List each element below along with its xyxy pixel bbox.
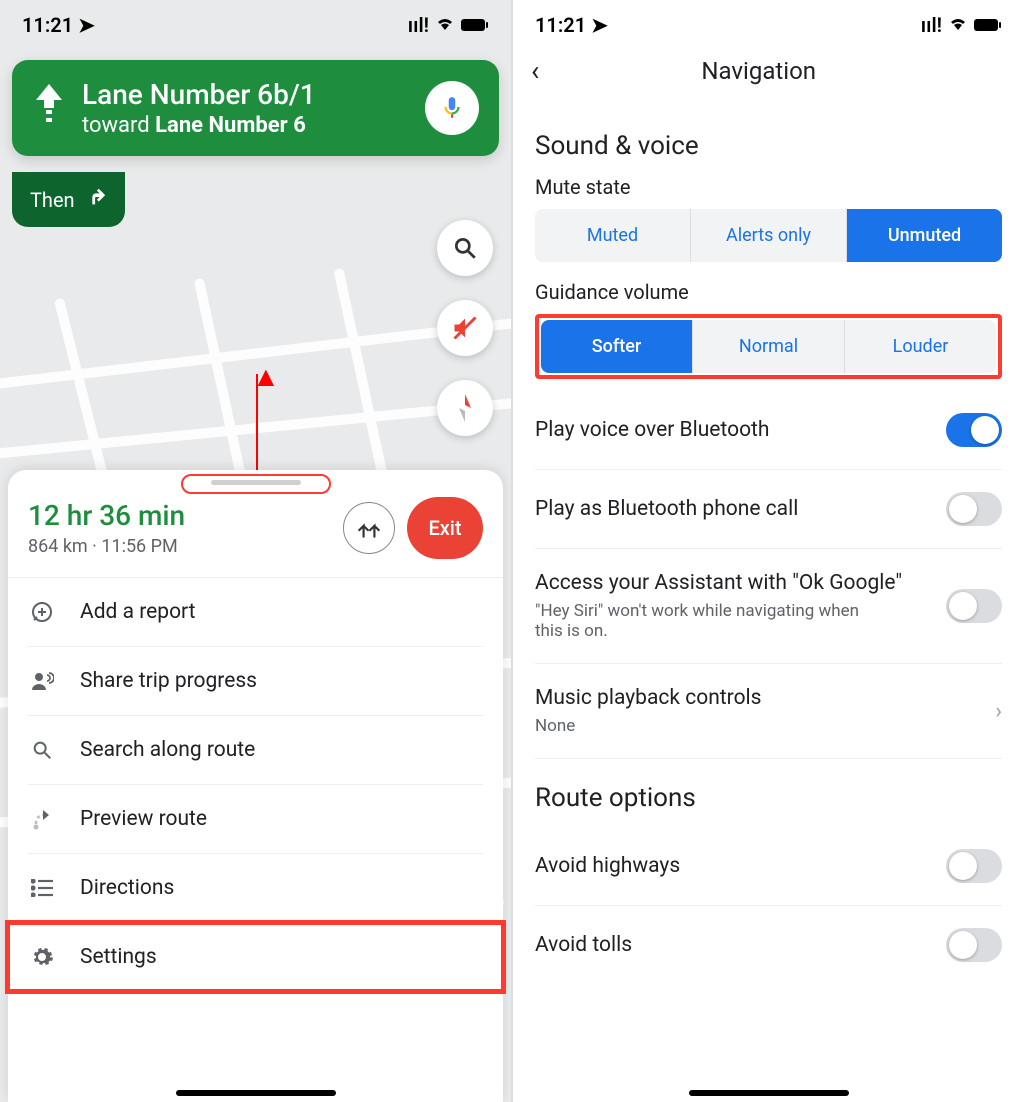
guidance-volume-label: Guidance volume [535,280,1002,304]
wifi-icon [948,13,968,37]
compass-fab[interactable] [437,380,493,436]
home-indicator[interactable] [689,1090,849,1096]
share-person-icon [28,669,56,693]
cellular-icon: ııl! [921,13,942,37]
guidance-volume-segment: Softer Normal Louder [541,320,996,373]
phone-settings: 11:21 ➤ ııl! ‹ Navigation Sound & voice … [513,0,1024,1102]
gear-icon [28,945,56,969]
search-fab[interactable] [437,220,493,276]
nav-header: ‹ Navigation [513,44,1024,107]
menu-add-report[interactable]: Add a report [28,578,483,647]
exit-button[interactable]: Exit [407,497,483,559]
music-value: None [535,716,875,736]
row-music-playback[interactable]: Music playback controls None › [535,664,1002,759]
mute-state-segment: Muted Alerts only Unmuted [535,209,1002,262]
menu-search-along[interactable]: Search along route [28,716,483,785]
voice-search-button[interactable] [425,81,479,135]
alternate-routes-button[interactable] [343,502,395,554]
then-step[interactable]: Then [12,172,125,227]
status-bar: 11:21 ➤ ııl! [0,0,511,44]
toggle-assistant[interactable] [946,589,1002,623]
row-bluetooth-voice[interactable]: Play voice over Bluetooth [535,391,1002,470]
mute-state-label: Mute state [535,175,1002,199]
volume-option-normal[interactable]: Normal [693,320,845,373]
row-assistant[interactable]: Access your Assistant with "Ok Google" "… [535,549,1002,664]
volume-option-softer[interactable]: Softer [541,320,693,373]
turn-right-icon [85,186,107,213]
direction-banner[interactable]: Lane Number 6b/1 toward Lane Number 6 [12,60,499,156]
status-bar: 11:21 ➤ ııl! [513,0,1024,44]
menu-settings[interactable]: Settings [8,923,503,991]
bottom-sheet[interactable]: 12 hr 36 min 864 km · 11:56 PM Exit Add … [8,470,503,1102]
eta-block: 12 hr 36 min 864 km · 11:56 PM [28,499,331,557]
volume-option-louder[interactable]: Louder [845,320,996,373]
annotation-volume-highlight: Softer Normal Louder [535,314,1002,379]
report-icon [28,600,56,624]
eta-duration: 12 hr 36 min [28,499,331,532]
section-route-options: Route options [535,783,1002,813]
toggle-avoid-tolls[interactable] [946,928,1002,962]
chevron-right-icon: › [995,699,1002,724]
toggle-bluetooth-voice[interactable] [946,413,1002,447]
home-indicator[interactable] [176,1090,336,1096]
status-indicators: ııl! [408,13,489,37]
cellular-icon: ııl! [408,13,429,37]
battery-icon [461,13,489,37]
location-icon: ➤ [591,13,608,37]
mute-option-alerts[interactable]: Alerts only [691,209,847,262]
row-avoid-tolls[interactable]: Avoid tolls [535,906,1002,984]
battery-icon [974,13,1002,37]
status-time: 11:21 ➤ [22,13,95,37]
menu-directions[interactable]: Directions [28,854,483,923]
route-preview-icon [28,807,56,831]
mute-option-unmuted[interactable]: Unmuted [847,209,1002,262]
wifi-icon [435,13,455,37]
section-sound-voice: Sound & voice [535,131,1002,161]
direction-toward: toward Lane Number 6 [82,113,409,138]
mute-option-muted[interactable]: Muted [535,209,691,262]
row-avoid-highways[interactable]: Avoid highways [535,827,1002,906]
eta-distance-arrival: 864 km · 11:56 PM [28,536,331,557]
search-icon [28,739,56,761]
annotation-line [256,374,258,474]
direction-street: Lane Number 6b/1 [82,78,409,111]
back-button[interactable]: ‹ [531,54,539,87]
page-title: Navigation [539,57,978,85]
toggle-avoid-highways[interactable] [946,849,1002,883]
location-icon: ➤ [78,13,95,37]
mute-fab[interactable] [437,300,493,356]
toggle-bluetooth-call[interactable] [946,492,1002,526]
phone-navigation: 11:21 ➤ ııl! Lane Number 6b/1 toward Lan… [0,0,513,1102]
straight-arrow-icon [32,82,66,135]
menu-preview-route[interactable]: Preview route [28,785,483,854]
menu-share-progress[interactable]: Share trip progress [28,647,483,716]
annotation-grabber-highlight [181,474,331,494]
list-icon [28,879,56,897]
status-time: 11:21 ➤ [535,13,608,37]
status-indicators: ııl! [921,13,1002,37]
row-bluetooth-call[interactable]: Play as Bluetooth phone call [535,470,1002,549]
